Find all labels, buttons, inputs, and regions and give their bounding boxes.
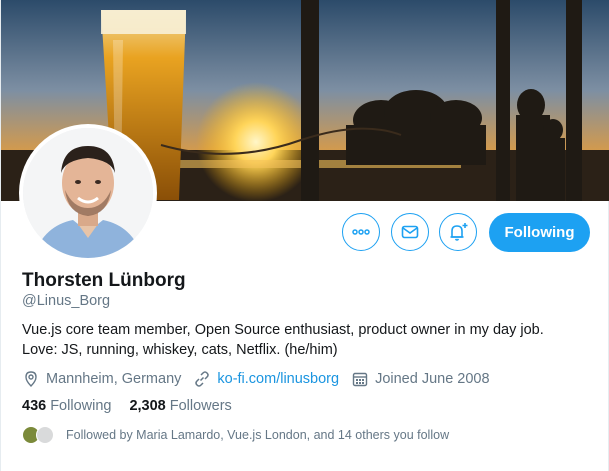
following-stat[interactable]: 436 Following (22, 398, 111, 414)
followers-count: 2,308 (129, 398, 166, 414)
profile-name: Thorsten Lünborg (22, 270, 186, 291)
link-icon (195, 371, 210, 387)
avatar-photo (23, 128, 153, 258)
location-pin-icon (25, 371, 37, 387)
profile-meta: Mannheim, Germany ko-fi.com/linusborg Jo… (22, 369, 502, 389)
following-button[interactable]: Following (489, 213, 590, 252)
bell-plus-icon (450, 223, 468, 241)
bio-line: Love: JS, running, whiskey, cats, Netfli… (22, 342, 338, 358)
profile-avatar[interactable] (19, 124, 157, 262)
bio-line: Vue.js core team member, Open Source ent… (22, 322, 544, 338)
more-icon (352, 229, 370, 235)
following-label: Following (50, 398, 112, 414)
following-count: 436 (22, 398, 47, 414)
notifications-button[interactable] (439, 213, 477, 251)
envelope-icon (401, 225, 419, 239)
joined-item: Joined June 2008 (351, 370, 490, 388)
followed-by-text: Followed by Maria Lamardo, Vue.js London… (66, 428, 450, 442)
location-text: Mannheim, Germany (46, 371, 182, 387)
profile-bio: Vue.js core team member, Open Source ent… (22, 320, 582, 360)
calendar-icon (352, 372, 368, 387)
profile-handle: @Linus_Borg (22, 293, 111, 309)
followers-stat[interactable]: 2,308 Followers (129, 398, 231, 414)
profile-stats: 436 Following 2,308 Followers (22, 398, 250, 414)
website-link[interactable]: ko-fi.com/linusborg (217, 371, 339, 387)
followed-by-avatars (22, 426, 54, 444)
profile-page: Following Thorsten Lünborg @Linus_Borg V… (0, 0, 609, 471)
website-item[interactable]: ko-fi.com/linusborg (193, 370, 339, 388)
avatar (36, 426, 54, 444)
followed-by[interactable]: Followed by Maria Lamardo, Vue.js London… (22, 426, 449, 444)
joined-text: Joined June 2008 (375, 371, 490, 387)
location-item: Mannheim, Germany (22, 370, 181, 388)
more-button[interactable] (342, 213, 380, 251)
following-button-label: Following (504, 224, 575, 241)
message-button[interactable] (391, 213, 429, 251)
followers-label: Followers (169, 398, 232, 414)
